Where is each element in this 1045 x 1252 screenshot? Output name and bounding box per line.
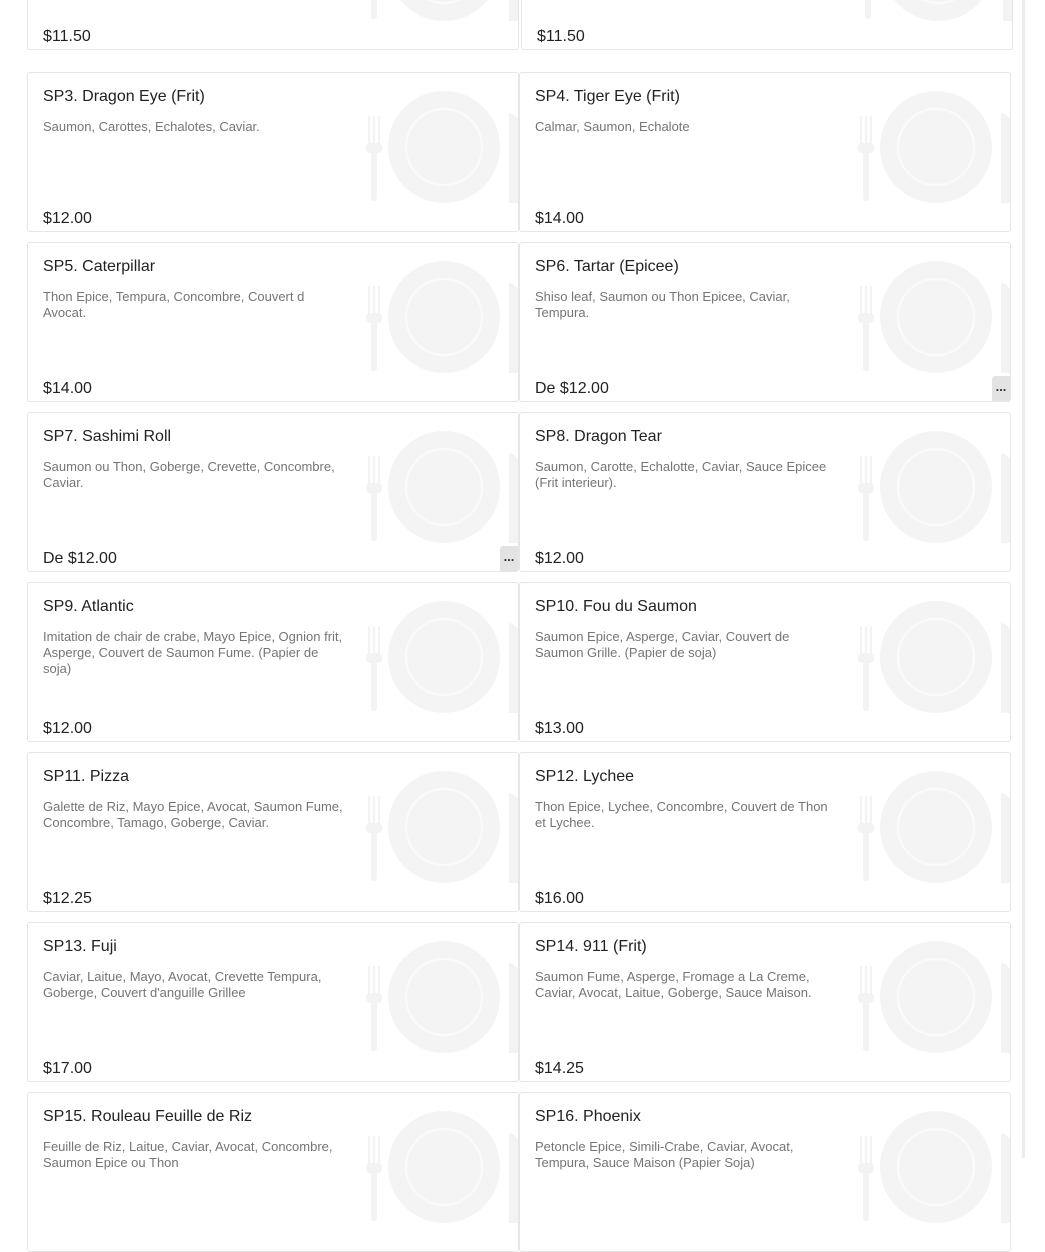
- menu-item-description: Saumon, Carotte, Echalotte, Caviar, Sauc…: [535, 459, 827, 490]
- menu-item-price: $11.50: [537, 28, 585, 45]
- menu-item-card[interactable]: $11.50: [521, 0, 1013, 50]
- menu-item-name: SP5. Caterpillar: [43, 258, 156, 275]
- menu-item-description: Saumon Fume, Asperge, Fromage a La Creme…: [535, 969, 812, 1000]
- menu-item-name: SP8. Dragon Tear: [535, 428, 662, 445]
- menu-item-name: SP12. Lychee: [535, 768, 635, 785]
- menu-item-name: SP6. Tartar (Epicee): [535, 258, 679, 275]
- plate-placeholder-icon: [361, 753, 519, 903]
- menu-item-description: Thon Epice, Tempura, Concombre, Couvert …: [43, 289, 305, 320]
- menu-item-card[interactable]: SP10. Fou du Saumon Saumon Epice, Asperge…: [519, 582, 1011, 742]
- menu-item-card[interactable]: SP4. Tiger Eye (Frit) Calmar, Saumon, Ech…: [519, 72, 1011, 232]
- plate-placeholder-icon: [853, 413, 1011, 563]
- more-options-button[interactable]: ...: [500, 546, 518, 571]
- menu-item-card[interactable]: SP11. Pizza Galette de Riz, Mayo Epice, A…: [27, 752, 519, 912]
- menu-item-description: Imitation de chair de crabe, Mayo Epice,…: [43, 629, 343, 676]
- plate-placeholder-icon: [361, 73, 519, 223]
- plate-placeholder-icon: [853, 1093, 1011, 1243]
- plate-placeholder-icon: [853, 583, 1011, 733]
- menu-item-price: $12.00: [43, 210, 92, 227]
- plate-placeholder-icon: [855, 0, 1013, 41]
- plate-placeholder-icon: [361, 1093, 519, 1243]
- menu-item-card[interactable]: $11.50: [27, 0, 519, 50]
- menu-item-description: Feuille de Riz, Laitue, Caviar, Avocat, …: [43, 1139, 333, 1170]
- menu-item-price: $13.00: [535, 720, 584, 737]
- scrollbar[interactable]: [1022, 0, 1025, 1158]
- menu-item-price: $14.00: [535, 210, 584, 227]
- menu-item-price: De $12.00: [43, 550, 117, 567]
- menu-item-price: $16.00: [535, 890, 584, 907]
- plate-placeholder-icon: [853, 243, 1011, 393]
- menu-item-description: Caviar, Laitue, Mayo, Avocat, Crevette T…: [43, 969, 322, 1000]
- plate-placeholder-icon: [853, 73, 1011, 223]
- menu-item-card[interactable]: SP14. 911 (Frit) Saumon Fume, Asperge, Fr…: [519, 922, 1011, 1082]
- menu-item-name: SP15. Rouleau Feuille de Riz: [43, 1108, 253, 1125]
- menu-item-card[interactable]: SP7. Sashimi Roll Saumon ou Thon, Goberge…: [27, 412, 519, 572]
- plate-placeholder-icon: [853, 923, 1011, 1073]
- menu-item-card[interactable]: SP13. Fuji Caviar, Laitue, Mayo, Avocat, …: [27, 922, 519, 1082]
- menu-item-card[interactable]: SP9. Atlantic Imitation de chair de crabe…: [27, 582, 519, 742]
- menu-item-price: $14.25: [535, 1060, 584, 1077]
- menu-item-name: SP9. Atlantic: [43, 598, 134, 615]
- menu-item-name: SP4. Tiger Eye (Frit): [535, 88, 680, 105]
- menu-item-description: Saumon Epice, Asperge, Caviar, Couvert d…: [535, 629, 790, 660]
- menu-item-description: Saumon ou Thon, Goberge, Crevette, Conco…: [43, 459, 335, 490]
- menu-item-card[interactable]: SP5. Caterpillar Thon Epice, Tempura, Con…: [27, 242, 519, 402]
- menu-item-price: $11.50: [43, 28, 91, 45]
- menu-item-description: Galette de Riz, Mayo Epice, Avocat, Saum…: [43, 799, 343, 830]
- menu-item-price: De $12.00: [535, 380, 609, 397]
- menu-item-description: Shiso leaf, Saumon ou Thon Epicee, Cavia…: [535, 289, 790, 320]
- plate-placeholder-icon: [853, 753, 1011, 903]
- menu-item-name: SP14. 911 (Frit): [535, 938, 647, 955]
- plate-placeholder-icon: [361, 923, 519, 1073]
- menu-item-name: SP10. Fou du Saumon: [535, 598, 697, 615]
- menu-item-card[interactable]: SP12. Lychee Thon Epice, Lychee, Concombr…: [519, 752, 1011, 912]
- menu-item-price: $12.00: [43, 720, 92, 737]
- menu-item-card[interactable]: SP8. Dragon Tear Saumon, Carotte, Echalot…: [519, 412, 1011, 572]
- menu-item-description: Saumon, Carottes, Echalotes, Caviar.: [43, 119, 260, 134]
- plate-placeholder-icon: [361, 413, 519, 563]
- menu-item-name: SP13. Fuji: [43, 938, 117, 955]
- menu-item-name: SP7. Sashimi Roll: [43, 428, 172, 445]
- menu-item-description: Petoncle Epice, Simili-Crabe, Caviar, Av…: [535, 1139, 794, 1170]
- menu-item-card[interactable]: SP3. Dragon Eye (Frit) Saumon, Carottes, …: [27, 72, 519, 232]
- plate-placeholder-icon: [361, 583, 519, 733]
- menu-item-name: SP16. Phoenix: [535, 1108, 641, 1125]
- menu-item-description: Thon Epice, Lychee, Concombre, Couvert d…: [535, 799, 828, 830]
- plate-placeholder-icon: [361, 0, 519, 41]
- more-options-button[interactable]: ...: [992, 376, 1010, 401]
- menu-item-price: $12.25: [43, 890, 92, 907]
- menu-item-name: SP11. Pizza: [43, 768, 129, 785]
- menu-item-price: $17.00: [43, 1060, 92, 1077]
- menu-item-card[interactable]: SP16. Phoenix Petoncle Epice, Simili-Crab…: [519, 1092, 1011, 1252]
- menu-item-card[interactable]: SP6. Tartar (Epicee) Shiso leaf, Saumon o…: [519, 242, 1011, 402]
- menu-item-name: SP3. Dragon Eye (Frit): [43, 88, 205, 105]
- plate-placeholder-icon: [361, 243, 519, 393]
- menu-item-price: $14.00: [43, 380, 92, 397]
- menu-item-description: Calmar, Saumon, Echalote: [535, 119, 690, 134]
- menu-item-card[interactable]: SP15. Rouleau Feuille de Riz Feuille de R…: [27, 1092, 519, 1252]
- menu-item-price: $12.00: [535, 550, 584, 567]
